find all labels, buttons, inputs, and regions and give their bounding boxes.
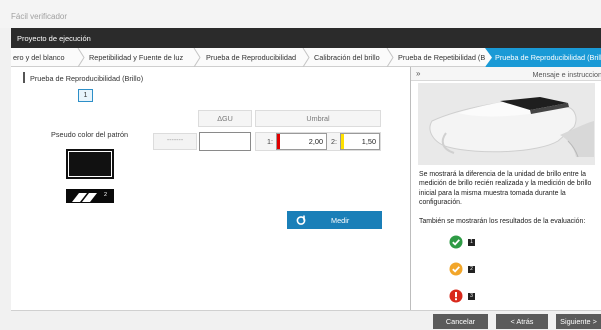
instruction-panel: » Mensaje e instruccion Se mostrará la d…: [410, 67, 601, 310]
measure-button-label: Medir: [331, 216, 350, 225]
section-title: Prueba de Reproducibilidad (Brillo): [30, 74, 144, 83]
chevron-right-icon: [302, 48, 310, 67]
instruction-panel-title: Mensaje e instruccion: [532, 70, 601, 79]
step-reproducibility[interactable]: Prueba de Reproducibilidad: [206, 48, 302, 67]
pseudo-color-label: Pseudo color del patrón: [51, 130, 129, 139]
back-button[interactable]: < Atrás: [496, 314, 548, 329]
chevron-right-icon: [386, 48, 394, 67]
status-number: 1: [468, 239, 475, 246]
window-titlebar: Fácil verificador: [0, 0, 601, 28]
status-number: 3: [468, 293, 475, 300]
step-gloss-repeatability[interactable]: Prueba de Repetibilidad (Brillo): [398, 48, 486, 67]
threshold1-label: 1:: [267, 137, 273, 146]
dash-value: -------: [153, 133, 197, 150]
threshold2-label: 2:: [331, 137, 337, 146]
pattern-stripe-icon: 2: [66, 189, 114, 203]
threshold1-color-marker: [277, 134, 280, 149]
double-chevron-right-icon[interactable]: »: [416, 69, 420, 78]
threshold-row: 1: 2,00 2: 1,50: [255, 132, 381, 151]
pattern-number: 2: [104, 192, 108, 198]
chevron-right-icon: [485, 48, 492, 67]
threshold2-input[interactable]: 1,50: [340, 133, 380, 150]
status-number: 2: [468, 266, 475, 273]
status-warning-row: 2: [449, 262, 475, 276]
bottom-navigation: Cancelar < Atrás Siguiente >: [11, 310, 601, 330]
device-image: [418, 83, 595, 165]
instruction-panel-header: » Mensaje e instruccion: [411, 67, 601, 81]
status-pass-row: 1: [449, 235, 475, 249]
project-bar: Proyecto de ejecución: [11, 28, 601, 48]
threshold2-color-marker: [341, 134, 344, 149]
dgu-header: ΔGU: [198, 110, 252, 127]
sample-tab-1[interactable]: 1: [78, 89, 93, 102]
cancel-button[interactable]: Cancelar: [433, 314, 488, 329]
threshold1-input[interactable]: 2,00: [276, 133, 327, 150]
window-title: Fácil verificador: [11, 12, 68, 21]
dgu-value-field: [199, 132, 251, 151]
exclamation-circle-icon: [449, 289, 463, 303]
pseudo-color-swatch: [66, 149, 114, 179]
chevron-right-icon: [77, 48, 85, 67]
threshold2-value: 1,50: [361, 137, 376, 146]
check-circle-icon: [449, 262, 463, 276]
measure-icon: [296, 215, 306, 225]
status-fail-row: 3: [449, 289, 475, 303]
step-gloss-reproducibility-active[interactable]: Prueba de Reproducibilidad (Brillo): [485, 48, 601, 67]
step-zero-white[interactable]: ero y del blanco: [13, 48, 77, 67]
step-breadcrumb: ero y del blanco Repetibilidad y Fuente …: [11, 48, 601, 67]
step-repeatability-light[interactable]: Repetibilidad y Fuente de luz: [89, 48, 193, 67]
next-button[interactable]: Siguiente >: [556, 314, 601, 329]
umbral-header: Umbral: [255, 110, 381, 127]
project-title: Proyecto de ejecución: [17, 34, 91, 43]
results-text: También se mostrarán los resultados de l…: [419, 218, 586, 225]
section-marker: [23, 72, 25, 83]
main-content: Prueba de Reproducibilidad (Brillo) 1 ΔG…: [11, 67, 410, 310]
instruction-message: Se mostrará la diferencia de la unidad d…: [419, 171, 592, 206]
step-gloss-calibration[interactable]: Calibración del brillo: [314, 48, 386, 67]
chevron-right-icon: [193, 48, 201, 67]
check-circle-icon: [449, 235, 463, 249]
measure-button[interactable]: Medir: [287, 211, 382, 229]
threshold1-value: 2,00: [308, 137, 323, 146]
